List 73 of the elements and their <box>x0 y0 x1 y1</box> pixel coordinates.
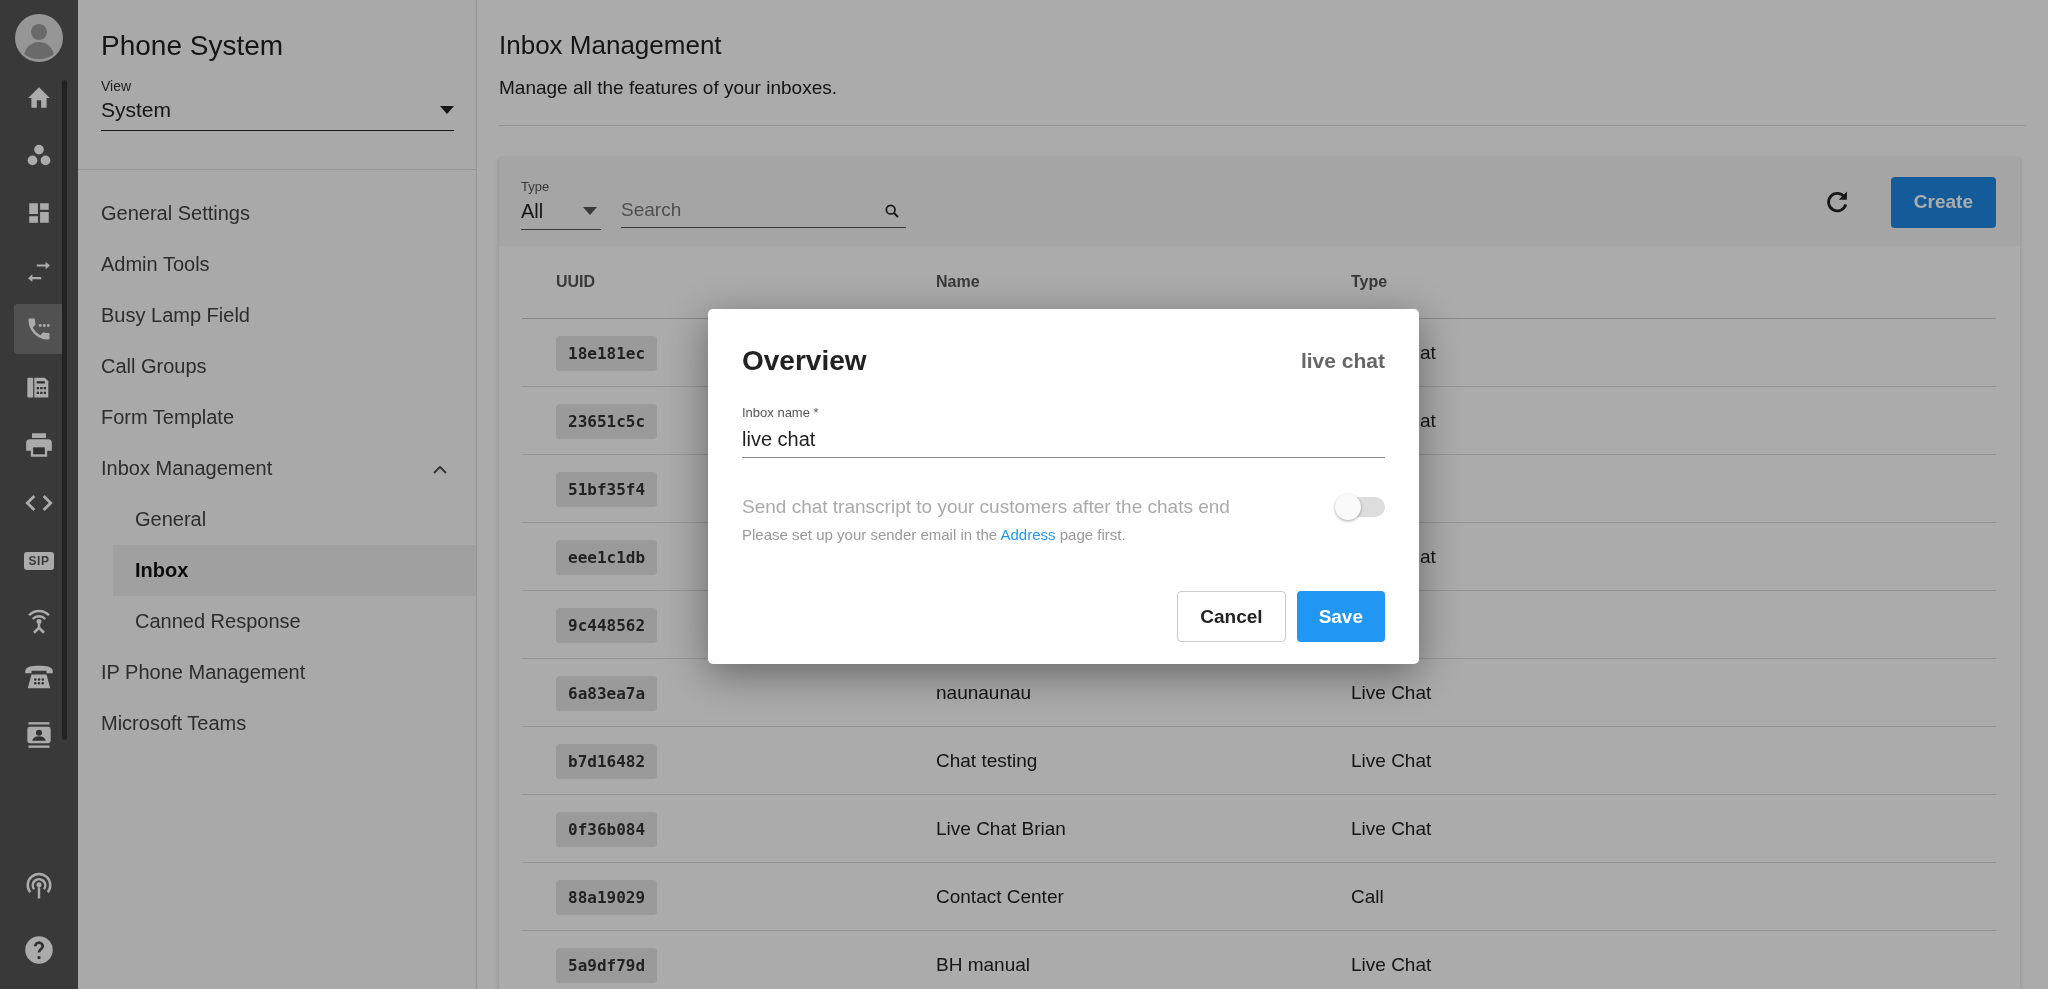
uuid-chip: 5a9df79d <box>556 947 658 983</box>
table-cell: Call <box>1351 885 1384 907</box>
create-button[interactable]: Create <box>1890 176 1996 228</box>
telephone-icon <box>24 663 54 691</box>
broadcast-icon <box>24 871 54 901</box>
nav-item[interactable]: Busy Lamp Field <box>78 290 476 341</box>
field-label: View <box>101 78 133 94</box>
nav-item[interactable]: General Settings <box>78 188 476 239</box>
table-cell: Live Chat <box>1351 681 1432 703</box>
rail-button[interactable]: SIP <box>14 536 64 586</box>
help-icon <box>24 935 54 965</box>
dropdown-arrow-icon <box>440 106 454 114</box>
scrollbar[interactable] <box>62 80 67 740</box>
nav-item[interactable]: Canned Response <box>113 596 476 647</box>
nav-item[interactable]: General <box>113 494 476 545</box>
contact-card-icon <box>26 721 52 749</box>
field-label: Inbox name * <box>742 405 820 420</box>
table-cell: BH manual <box>936 953 1030 975</box>
circles-icon <box>26 143 52 167</box>
nav-item[interactable]: IP Phone Management <box>78 647 476 698</box>
uuid-chip: 9c448562 <box>556 607 658 643</box>
uuid-chip: 0f36b084 <box>556 811 658 847</box>
table-cell: Live Chat <box>1351 817 1432 839</box>
search-icon <box>884 202 900 219</box>
dashboard-icon <box>26 200 52 226</box>
dropdown-arrow-icon <box>583 207 597 215</box>
rail-button[interactable] <box>14 304 64 354</box>
nav-item[interactable]: Form Template <box>78 392 476 443</box>
dialog-title: Overview <box>742 345 867 377</box>
code-icon <box>25 493 53 513</box>
page-title: Inbox Management <box>499 30 723 61</box>
dialog-subtitle: live chat <box>1300 349 1385 373</box>
nav-item[interactable]: Inbox <box>113 545 476 596</box>
printer-icon <box>25 432 53 458</box>
column-header: Name <box>936 273 981 291</box>
cancel-button[interactable]: Cancel <box>1177 591 1286 642</box>
address-link[interactable]: Address <box>1000 526 1056 543</box>
table-cell: at <box>1420 545 1436 568</box>
view-dropdown[interactable]: System <box>101 94 454 131</box>
uuid-chip: 88a19029 <box>556 879 658 915</box>
toggle-label: Send chat transcript to your customers after the chats end <box>742 496 1230 518</box>
table-cell: naunaunau <box>936 681 1032 703</box>
uuid-chip: b7d16482 <box>556 743 658 779</box>
table-cell: at <box>1420 409 1436 432</box>
table-cell: Live Chat Brian <box>936 817 1066 839</box>
uuid-chip: 6a83ea7a <box>556 675 658 711</box>
uuid-chip: 18e181ec <box>556 335 658 371</box>
avatar[interactable] <box>15 14 63 62</box>
type-dropdown[interactable]: Type All <box>521 178 601 230</box>
column-header: UUID <box>556 273 597 291</box>
uuid-chip: eee1c1db <box>556 539 658 575</box>
save-button[interactable]: Save <box>1296 591 1385 642</box>
inbox-name-field[interactable]: live chat <box>742 428 1385 458</box>
swap-arrows-icon <box>25 260 53 282</box>
search-field[interactable]: Search <box>621 198 906 228</box>
nav-item[interactable]: Inbox Management <box>78 443 476 494</box>
table-cell: Chat testing <box>936 749 1038 771</box>
table-cell: Live Chat <box>1351 749 1432 771</box>
table-cell: at <box>1420 341 1436 364</box>
nav-item[interactable]: Microsoft Teams <box>78 698 476 749</box>
uuid-chip: 23651c5c <box>556 403 658 439</box>
uuid-chip: 51bf35f4 <box>556 471 658 507</box>
chevron-up-icon <box>432 463 448 474</box>
nav-item[interactable]: Call Groups <box>78 341 476 392</box>
hint-text: Please set up your sender email in the Address page first. <box>742 526 1127 543</box>
table-cell: Contact Center <box>936 885 1064 907</box>
sidebar-title: Phone System <box>101 30 285 62</box>
table-cell: Live Chat <box>1351 953 1432 975</box>
column-header: Type <box>1351 273 1389 291</box>
nav-item[interactable]: Admin Tools <box>78 239 476 290</box>
home-icon <box>26 85 52 109</box>
page-subtitle: Manage all the features of your inboxes. <box>499 77 838 99</box>
sip-badge: SIP <box>23 552 55 570</box>
